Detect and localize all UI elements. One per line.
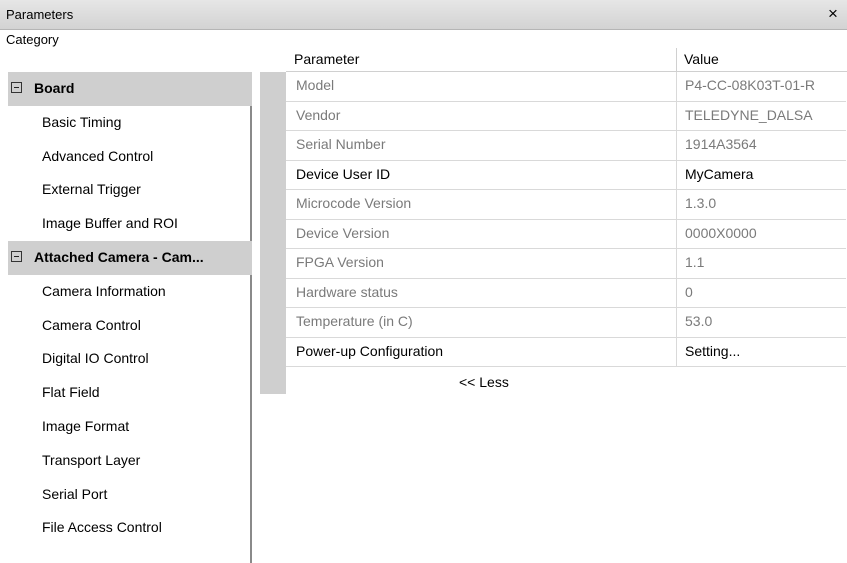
parameter-value: 1.3.0 <box>685 195 717 211</box>
parameter-name: Microcode Version <box>296 195 412 211</box>
parameter-column-header[interactable]: Parameter <box>286 48 676 72</box>
title-bar: Parameters × <box>0 0 847 30</box>
parameter-column-label: Parameter <box>294 51 360 67</box>
value-column-label: Value <box>684 51 719 67</box>
category-label: External Trigger <box>42 181 141 198</box>
parameter-row[interactable]: Device User ID MyCamera <box>286 160 846 190</box>
collapse-icon[interactable] <box>11 82 22 93</box>
parameter-name: Device Version <box>296 224 390 241</box>
category-label: Camera Control <box>42 316 141 333</box>
category-item[interactable]: Advanced Control <box>8 140 252 174</box>
parameter-value-cell: 1.3.0 <box>676 190 846 219</box>
parameter-row[interactable]: Serial Number 1914A3564 <box>286 131 846 161</box>
category-header: Category <box>6 32 59 47</box>
parameter-value-cell[interactable]: Setting... <box>676 337 846 366</box>
category-item[interactable]: File Access Control <box>8 511 252 545</box>
category-label: Transport Layer <box>42 451 141 468</box>
category-item[interactable]: Serial Port <box>8 478 252 512</box>
parameter-row[interactable]: Device Version 0000X0000 <box>286 219 846 249</box>
category-label: Image Buffer and ROI <box>42 215 178 232</box>
parameter-row[interactable]: Power-up Configuration Setting... <box>286 337 846 367</box>
category-label: Basic Timing <box>42 113 122 130</box>
collapse-icon[interactable] <box>11 251 22 262</box>
parameter-name: Hardware status <box>296 283 398 300</box>
category-item[interactable]: Camera Information <box>8 275 252 309</box>
category-item[interactable]: Digital IO Control <box>8 342 252 376</box>
parameter-value: 0 <box>685 283 693 300</box>
parameter-value: Setting... <box>685 342 741 359</box>
parameter-value-cell[interactable]: MyCamera <box>676 160 846 189</box>
category-label: Image Format <box>42 418 130 434</box>
parameter-row[interactable]: Hardware status 0 <box>286 278 846 308</box>
parameter-value: 0000X0000 <box>685 224 757 241</box>
value-column-header[interactable]: Value <box>676 48 847 72</box>
category-group[interactable]: Attached Camera - Cam... <box>8 241 252 275</box>
parameter-name: Device User ID <box>296 165 391 182</box>
parameter-name: Serial Number <box>296 136 386 152</box>
parameter-row[interactable]: Vendor TELEDYNE_DALSA <box>286 101 846 131</box>
parameter-value-cell: 1914A3564 <box>676 131 846 160</box>
close-button[interactable]: × <box>823 4 843 24</box>
row-gutter <box>260 72 286 394</box>
parameter-value: TELEDYNE_DALSA <box>685 106 813 123</box>
parameter-value-cell: 1.1 <box>676 249 846 278</box>
category-label: Advanced Control <box>42 147 154 164</box>
category-tree: Board Basic Timing Advanced Control Externa… <box>8 72 252 563</box>
parameter-value-cell: 0 <box>676 278 846 307</box>
parameter-value: 1.1 <box>685 254 705 270</box>
category-item[interactable]: Image Format <box>8 410 252 444</box>
category-item[interactable]: Image Buffer and ROI <box>8 207 252 241</box>
category-group[interactable]: Board <box>8 72 252 106</box>
parameter-value-cell: TELEDYNE_DALSA <box>676 101 846 130</box>
category-label: Serial Port <box>42 485 108 502</box>
parameter-row[interactable]: Model P4-CC-08K03T-01-R <box>286 72 846 102</box>
category-label: File Access Control <box>42 519 162 536</box>
column-divider[interactable] <box>676 48 677 72</box>
category-item[interactable]: Flat Field <box>8 376 252 410</box>
parameter-value-cell: P4-CC-08K03T-01-R <box>676 72 846 101</box>
category-label: Camera Information <box>42 282 166 299</box>
parameter-value: P4-CC-08K03T-01-R <box>685 77 815 93</box>
window-title: Parameters <box>6 7 74 22</box>
category-header-bar: Category <box>0 30 847 48</box>
parameter-row[interactable]: Temperature (in C) 53.0 <box>286 308 846 338</box>
parameter-name: Model <box>296 77 335 93</box>
parameter-row[interactable]: FPGA Version 1.1 <box>286 249 846 279</box>
parameter-name: FPGA Version <box>296 254 384 270</box>
parameter-name: Temperature (in C) <box>296 313 413 329</box>
parameter-value-cell: 0000X0000 <box>676 219 846 248</box>
parameter-name: Vendor <box>296 106 341 123</box>
category-label: Digital IO Control <box>42 350 149 367</box>
parameter-row[interactable]: Microcode Version 1.3.0 <box>286 190 846 220</box>
category-item[interactable]: Transport Layer <box>8 444 252 478</box>
category-label: Flat Field <box>42 384 100 401</box>
category-item[interactable]: Basic Timing <box>8 106 252 140</box>
less-link[interactable]: << Less <box>459 374 509 390</box>
parameter-value: 53.0 <box>685 313 713 329</box>
category-label: Board <box>34 80 75 96</box>
category-item[interactable]: External Trigger <box>8 173 252 207</box>
category-label: Attached Camera - Cam... <box>34 249 204 265</box>
parameter-grid: << Less Model P4-CC-08K03T-01-R Vendor TELE… <box>260 72 847 563</box>
parameter-value: 1914A3564 <box>685 136 757 152</box>
parameter-name: Power-up Configuration <box>296 342 444 359</box>
parameter-value: MyCamera <box>685 165 754 182</box>
category-item[interactable]: Camera Control <box>8 309 252 343</box>
parameter-value-cell: 53.0 <box>676 308 846 337</box>
